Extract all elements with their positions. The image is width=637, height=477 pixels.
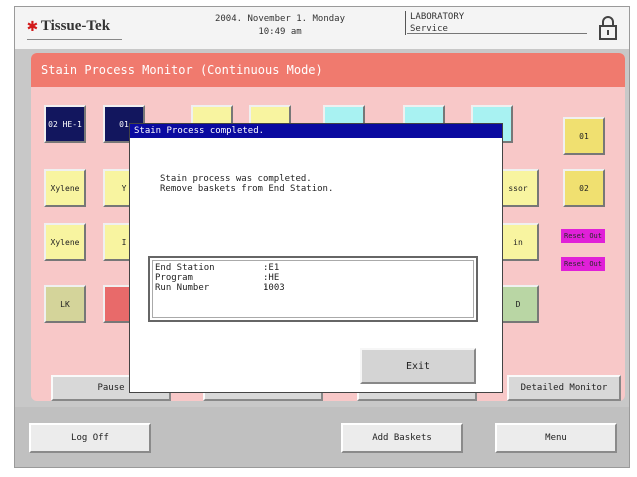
dialog-title: Stain Process completed. — [130, 124, 502, 138]
info-label: Program — [155, 273, 193, 283]
end-station-tile[interactable]: 02 — [563, 169, 605, 207]
dialog-message-line: Stain process was completed. — [160, 174, 312, 184]
add-baskets-button[interactable]: Add Baskets — [341, 423, 463, 453]
panel-title: Stain Process Monitor (Continuous Mode) — [41, 63, 323, 77]
brand-logo: ✱ Tissue-Tek — [27, 17, 110, 35]
station-tile[interactable]: Xylene — [44, 169, 86, 207]
location-text: LABORATORY — [410, 12, 465, 22]
info-label: End Station — [155, 263, 215, 273]
panel-header: Stain Process Monitor (Continuous Mode) — [31, 53, 625, 87]
station-tile[interactable]: 02 HE-1 — [44, 105, 86, 143]
run-info-inner: End Station :E1 Program :HE 1 Run Number… — [152, 260, 474, 318]
info-value: :E1 — [263, 263, 280, 273]
info-value: :003 — [263, 283, 285, 293]
dialog-message-line: Remove baskets from End Station. — [160, 184, 334, 194]
date-text: 2004. November 1. Monday — [214, 14, 346, 24]
log-off-button[interactable]: Log Off — [29, 423, 151, 453]
datetime-display: 2004. November 1. Monday 10:49 am — [195, 13, 365, 39]
dialog-message: Stain process was completed. Remove bask… — [160, 174, 333, 194]
station-tile[interactable]: in — [497, 223, 539, 261]
lock-icon[interactable] — [597, 15, 619, 41]
menu-button[interactable]: Menu — [495, 423, 617, 453]
time-text: 10:49 am — [258, 27, 302, 37]
station-tile[interactable]: D — [497, 285, 539, 323]
detailed-monitor-button[interactable]: Detailed Monitor — [507, 375, 621, 401]
station-tile[interactable]: LK — [44, 285, 86, 323]
info-label: Run Number — [155, 283, 210, 293]
completion-dialog: Stain Process completed. Stain process w… — [129, 123, 503, 393]
logo-divider — [27, 39, 122, 40]
run-info-box: End Station :E1 Program :HE 1 Run Number… — [148, 256, 478, 322]
star-icon: ✱ — [27, 15, 38, 36]
top-bar: ✱ Tissue-Tek 2004. November 1. Monday 10… — [15, 7, 629, 49]
reset-out-badge[interactable]: Reset Out — [561, 257, 605, 271]
bottom-bar: Log Off Add Baskets Menu — [15, 407, 629, 467]
reset-out-badge[interactable]: Reset Out — [561, 229, 605, 243]
location-divider — [407, 33, 587, 34]
device-screen: ✱ Tissue-Tek 2004. November 1. Monday 10… — [14, 6, 630, 468]
end-station-tile[interactable]: 01 — [563, 117, 605, 155]
brand-name: Tissue-Tek — [40, 17, 111, 34]
location-display: LABORATORY Service — [405, 11, 464, 35]
station-tile[interactable]: ssor — [497, 169, 539, 207]
exit-button[interactable]: Exit — [360, 348, 476, 384]
station-tile[interactable]: Xylene — [44, 223, 86, 261]
